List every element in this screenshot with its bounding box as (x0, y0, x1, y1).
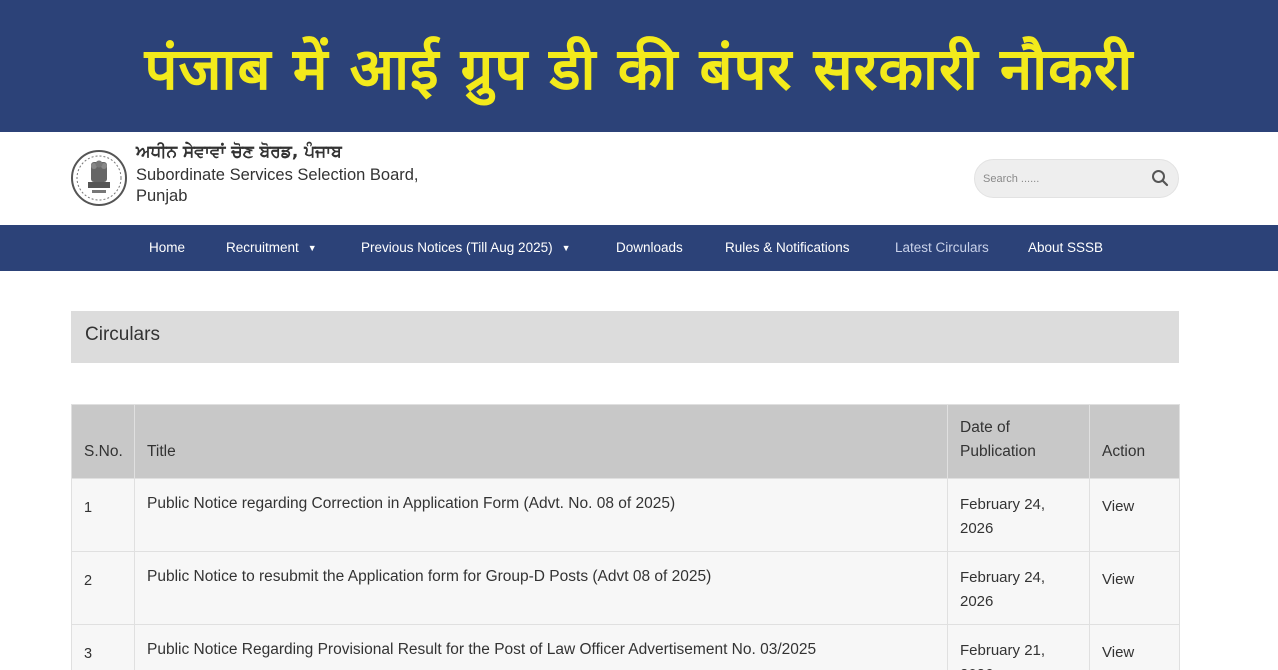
table-row: 2 Public Notice to resubmit the Applicat… (71, 551, 1180, 625)
nav-item-latest-circulars[interactable]: Latest Circulars (895, 225, 989, 271)
date-line2: 2026 (960, 593, 994, 610)
emblem-icon[interactable] (70, 146, 128, 210)
cell-title: Public Notice to resubmit the Applicatio… (134, 551, 948, 625)
date-line2: 2026 (960, 663, 1077, 670)
cell-sno: 1 (71, 478, 135, 552)
circulars-table: S.No. Title Date of Publication Action 1… (71, 404, 1180, 670)
cell-sno: 3 (71, 624, 135, 670)
cell-action: View (1089, 478, 1180, 552)
date-line1: February 21, (960, 642, 1046, 659)
cell-action: View (1089, 624, 1180, 670)
header-date-line1: Date of (960, 419, 1010, 436)
cell-title: Public Notice Regarding Provisional Resu… (134, 624, 948, 670)
column-header-action: Action (1089, 404, 1180, 479)
column-header-date: Date of Publication (947, 404, 1090, 479)
caret-down-icon: ▼ (307, 243, 317, 253)
search-icon[interactable] (1151, 169, 1169, 187)
main-nav: Home Recruitment ▼ Previous Notices (Till… (0, 225, 1278, 271)
view-link[interactable]: View (1102, 571, 1134, 588)
nav-label: Home (149, 240, 186, 255)
nav-label: About SSSB (1028, 240, 1104, 255)
nav-item-downloads[interactable]: Downloads (616, 225, 683, 271)
table-header-row: S.No. Title Date of Publication Action (71, 404, 1180, 479)
nav-item-about-sssb[interactable]: About SSSB (1028, 225, 1103, 271)
search-input[interactable] (983, 169, 1143, 189)
table-row: 1 Public Notice regarding Correction in … (71, 478, 1180, 552)
nav-item-home[interactable]: Home (149, 225, 185, 271)
view-link[interactable]: View (1102, 644, 1134, 661)
org-name-line2: Punjab (136, 187, 188, 205)
nav-label: Latest Circulars (895, 240, 989, 255)
panel-header: Circulars (71, 311, 1179, 363)
caret-down-icon: ▼ (561, 243, 571, 253)
cell-date: February 24, 2026 (947, 478, 1090, 552)
header-date-line2: Publication (960, 443, 1036, 460)
cell-sno: 2 (71, 551, 135, 625)
column-header-title: Title (134, 404, 948, 479)
date-line1: February 24, (960, 496, 1046, 513)
org-name-english: Subordinate Services Selection Board, Pu… (136, 165, 466, 207)
promo-banner: पंजाब में आई ग्रुप डी की बंपर सरकारी नौक… (0, 0, 1278, 132)
nav-label: Rules & Notifications (725, 240, 850, 255)
view-link[interactable]: View (1102, 498, 1134, 515)
nav-item-previous-notices[interactable]: Previous Notices (Till Aug 2025) ▼ (361, 225, 571, 271)
org-name-line1: Subordinate Services Selection Board, (136, 166, 419, 184)
banner-title: पंजाब में आई ग्रुप डी की बंपर सरकारी नौक… (144, 34, 1134, 103)
table-row: 3 Public Notice Regarding Provisional Re… (71, 624, 1180, 670)
nav-item-recruitment[interactable]: Recruitment ▼ (226, 225, 317, 271)
cell-date: February 21, 2026 (947, 624, 1090, 670)
nav-label: Recruitment (226, 240, 299, 255)
cell-date: February 24, 2026 (947, 551, 1090, 625)
page-title: Circulars (85, 324, 160, 345)
column-header-sno: S.No. (71, 404, 135, 479)
cell-title: Public Notice regarding Correction in Ap… (134, 478, 948, 552)
cell-action: View (1089, 551, 1180, 625)
nav-item-rules-notifications[interactable]: Rules & Notifications (725, 225, 850, 271)
site-header: ਅਧੀਨ ਸੇਵਾਵਾਂ ਚੋਣ ਬੋਰਡ, ਪੰਜਾਬ Subordinate… (0, 132, 1278, 225)
nav-label: Downloads (616, 240, 683, 255)
search-box (974, 159, 1179, 198)
date-line1: February 24, (960, 569, 1046, 586)
date-line2: 2026 (960, 520, 994, 537)
nav-label: Previous Notices (Till Aug 2025) (361, 240, 553, 255)
org-name-punjabi: ਅਧੀਨ ਸੇਵਾਵਾਂ ਚੋਣ ਬੋਰਡ, ਪੰਜਾਬ (136, 142, 342, 162)
